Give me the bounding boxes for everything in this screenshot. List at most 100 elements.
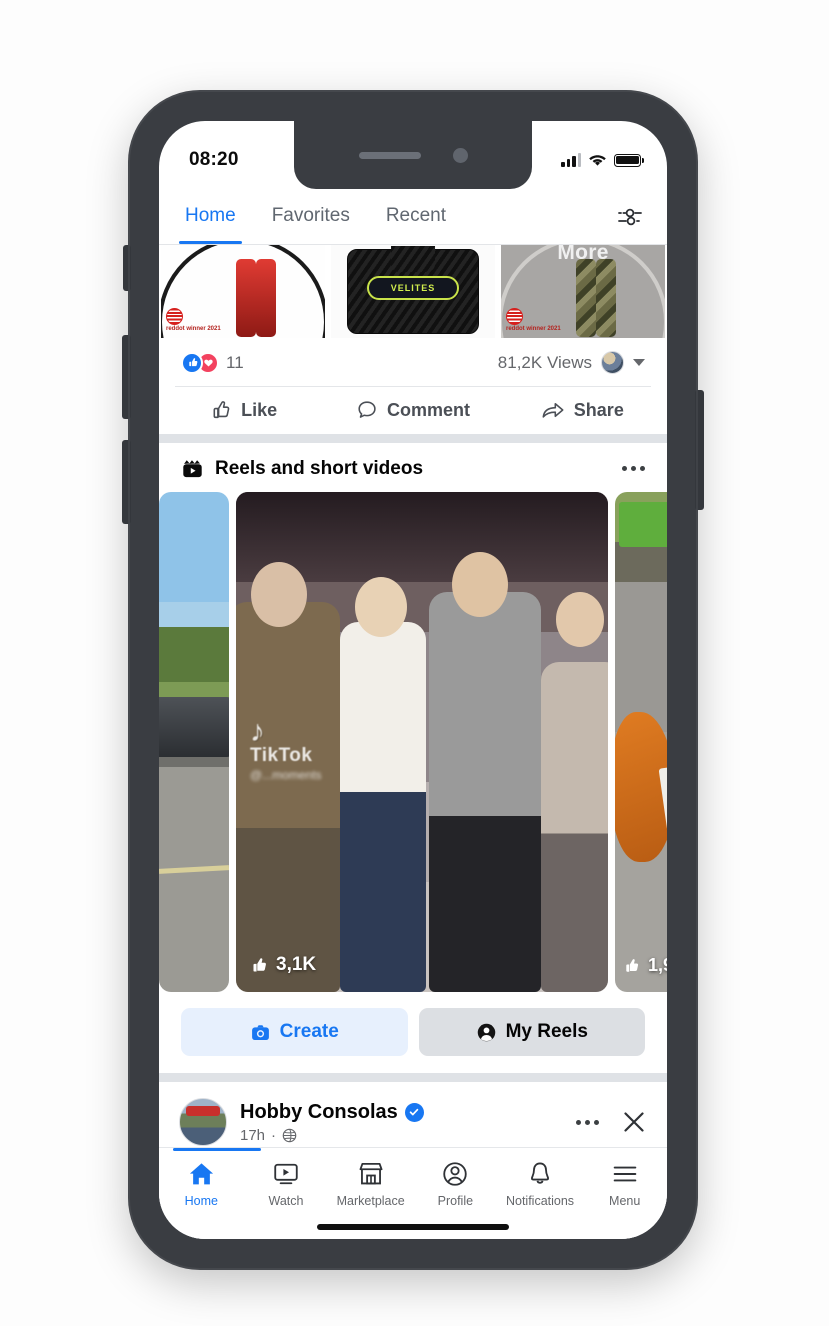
volume-down-button[interactable]: [122, 440, 131, 524]
hobby-consolas-avatar[interactable]: [179, 1098, 227, 1146]
rope-handle-right: [596, 259, 617, 337]
home-indicator[interactable]: [317, 1224, 509, 1230]
post-submeta: 17h ·: [240, 1127, 563, 1144]
globe-public-icon: [282, 1128, 297, 1143]
home-icon: [187, 1158, 216, 1190]
crowd-person-head: [555, 592, 605, 647]
status-bar: 08:20: [159, 121, 667, 189]
nav-label-menu: Menu: [609, 1194, 641, 1208]
reel-like-count-value: 1,9K: [648, 955, 667, 975]
share-button[interactable]: Share: [498, 399, 667, 421]
account-circle-icon: [477, 1023, 495, 1041]
post-header: Hobby Consolas 17h ·: [159, 1082, 667, 1156]
post-timestamp: 17h: [240, 1126, 266, 1144]
like-button[interactable]: Like: [159, 399, 328, 421]
cellular-bars-icon: [561, 153, 581, 167]
top-tab-bar: Home Favorites Recent: [159, 189, 667, 245]
nav-label-watch: Watch: [268, 1194, 304, 1208]
post-header-actions: [576, 1109, 647, 1135]
close-icon[interactable]: [621, 1109, 647, 1135]
post-author-meta: Hobby Consolas 17h ·: [240, 1101, 563, 1144]
power-button[interactable]: [695, 390, 704, 510]
tiktok-watermark-app: TikTok: [250, 745, 313, 766]
rope-handle-right: [256, 259, 277, 337]
reel-thumbnail-roadside: [159, 492, 229, 992]
silent-switch-button[interactable]: [123, 245, 131, 291]
product-image-velites-grip[interactable]: VELITES: [331, 245, 495, 338]
post-action-bar: Like Comment Share: [159, 387, 667, 434]
reels-section-card: Reels and short videos ♪ TikTok @...mome…: [159, 443, 667, 1073]
product-post-card: reddot winner 2021 VELITES More reddot w…: [159, 245, 667, 434]
reels-clapper-icon: [183, 460, 202, 478]
reaction-count: 11: [226, 352, 244, 372]
reel-vehicle-shape: [159, 697, 229, 757]
reel-trampoline-shape: [619, 502, 667, 547]
reel-thumbnail-crowd-dance: ♪ TikTok @...moments 3,1K: [236, 492, 608, 992]
thumbs-up-reaction-icon: [181, 351, 203, 374]
nav-item-notifications[interactable]: Notifications: [498, 1158, 583, 1208]
reel-like-count-value: 3,1K: [276, 954, 317, 975]
profile-person-icon: [441, 1158, 469, 1190]
marketplace-store-icon: [357, 1158, 385, 1190]
crowd-person: [236, 602, 341, 992]
comment-button[interactable]: Comment: [328, 399, 497, 421]
wifi-icon: [588, 153, 607, 167]
nav-item-home[interactable]: Home: [159, 1148, 261, 1208]
reaction-summary[interactable]: 11: [181, 351, 244, 374]
nav-label-home: Home: [184, 1194, 218, 1208]
bell-icon: [526, 1158, 554, 1190]
crowd-person: [340, 622, 426, 992]
viewer-avatar: [601, 351, 624, 374]
nav-label-marketplace: Marketplace: [336, 1194, 405, 1208]
post-reaction-row: 11 81,2K Views: [159, 338, 667, 386]
nav-label-profile: Profile: [437, 1194, 474, 1208]
reddot-badge-label: reddot winner 2021: [506, 326, 561, 332]
create-reel-label: Create: [279, 1021, 339, 1042]
tiktok-watermark-handle: @...moments: [250, 768, 322, 782]
reddot-mark-icon: [166, 308, 183, 325]
crowd-person-head: [250, 562, 307, 627]
thumbs-up-filled-icon: [626, 958, 639, 972]
post-author-name[interactable]: Hobby Consolas: [240, 1101, 398, 1124]
rope-handle-left: [236, 259, 257, 337]
news-feed[interactable]: reddot winner 2021 VELITES More reddot w…: [159, 245, 667, 1239]
volume-up-button[interactable]: [122, 335, 131, 419]
crowd-person-head: [355, 577, 408, 637]
comment-bubble-icon: [358, 401, 376, 418]
thumbs-up-outline-icon: [213, 401, 230, 419]
more-options-icon[interactable]: [576, 1119, 599, 1125]
status-icons: [561, 153, 644, 167]
nav-item-menu[interactable]: Menu: [582, 1158, 667, 1208]
nav-item-watch[interactable]: Watch: [244, 1158, 329, 1208]
share-button-label: Share: [573, 399, 624, 420]
watch-play-icon: [272, 1158, 300, 1190]
reel-card-crowd-dance[interactable]: ♪ TikTok @...moments 3,1K: [236, 492, 608, 992]
reel-like-count: 3,1K: [250, 954, 316, 976]
comment-button-label: Comment: [386, 399, 470, 420]
my-reels-label: My Reels: [505, 1021, 588, 1042]
product-image-jump-rope-red[interactable]: reddot winner 2021: [161, 245, 325, 338]
views-summary[interactable]: 81,2K Views: [498, 351, 645, 374]
reels-section-title: Reels and short videos: [215, 457, 424, 479]
tiktok-note-icon: ♪: [250, 715, 265, 748]
nav-item-profile[interactable]: Profile: [413, 1158, 498, 1208]
my-reels-button[interactable]: My Reels: [418, 1008, 645, 1056]
chevron-down-icon[interactable]: [633, 359, 645, 366]
reel-card-roadside[interactable]: [159, 492, 229, 992]
camera-icon: [251, 1024, 269, 1040]
reel-card-dog[interactable]: 1,9K: [615, 492, 667, 992]
product-image-jump-rope-camo[interactable]: More reddot winner 2021: [501, 245, 665, 338]
nav-item-marketplace[interactable]: Marketplace: [328, 1158, 413, 1208]
like-button-label: Like: [241, 399, 278, 420]
sliders-icon[interactable]: [615, 204, 645, 230]
more-options-icon[interactable]: [622, 466, 645, 471]
create-reel-button[interactable]: Create: [181, 1008, 408, 1056]
reddot-mark-icon: [506, 308, 523, 325]
crowd-person: [429, 592, 542, 992]
tab-favorites[interactable]: Favorites: [272, 191, 350, 243]
tab-recent[interactable]: Recent: [386, 191, 446, 243]
product-image-carousel[interactable]: reddot winner 2021 VELITES More reddot w…: [159, 245, 667, 338]
reels-carousel[interactable]: ♪ TikTok @...moments 3,1K 1,: [159, 492, 667, 992]
thumbs-up-filled-icon: [253, 957, 266, 972]
tab-home[interactable]: Home: [179, 191, 242, 244]
